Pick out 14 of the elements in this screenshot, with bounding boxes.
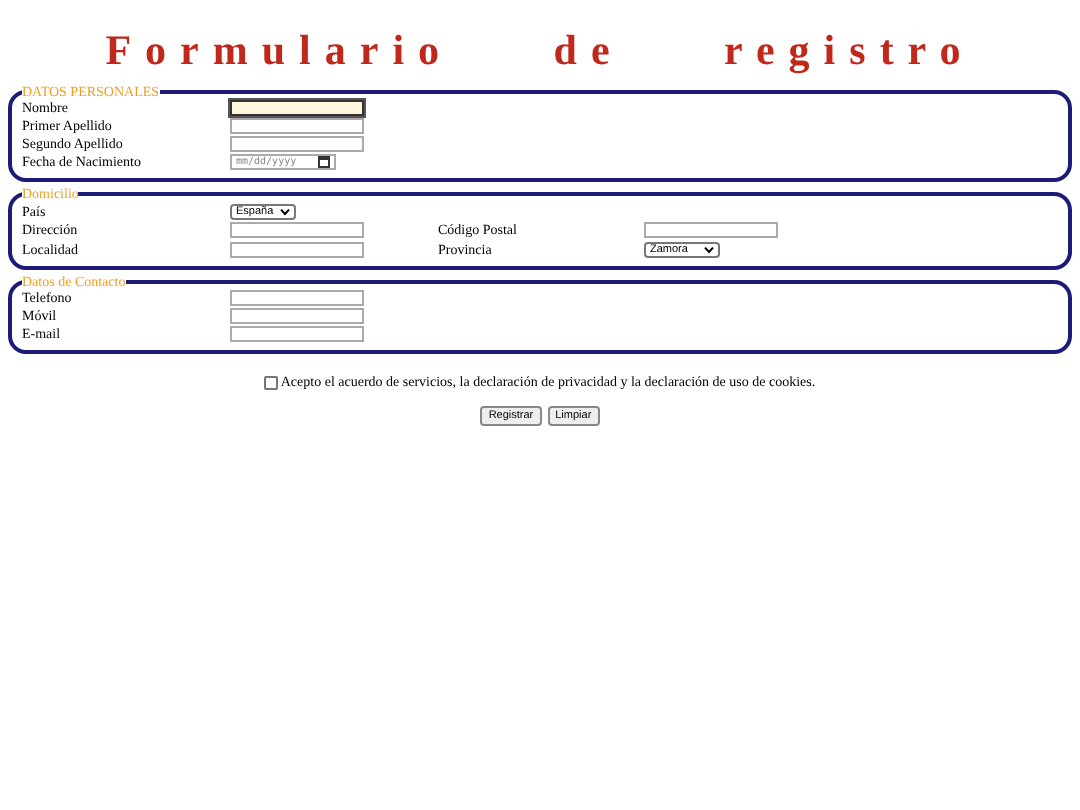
caret-icon [704, 246, 714, 254]
text-input[interactable] [230, 222, 364, 238]
text-input[interactable] [230, 136, 364, 152]
text-input[interactable] [230, 241, 364, 257]
caret-icon [279, 208, 290, 216]
calendar-icon [318, 156, 330, 168]
terms-checkbox[interactable] [264, 375, 279, 389]
text-input[interactable] [230, 326, 364, 342]
text-input[interactable] [230, 118, 364, 134]
text-input[interactable] [230, 100, 364, 116]
text-input[interactable] [230, 308, 364, 324]
text-input[interactable] [230, 290, 364, 306]
text-input[interactable] [644, 222, 778, 238]
page-title: Formulario de registro [105, 26, 975, 76]
